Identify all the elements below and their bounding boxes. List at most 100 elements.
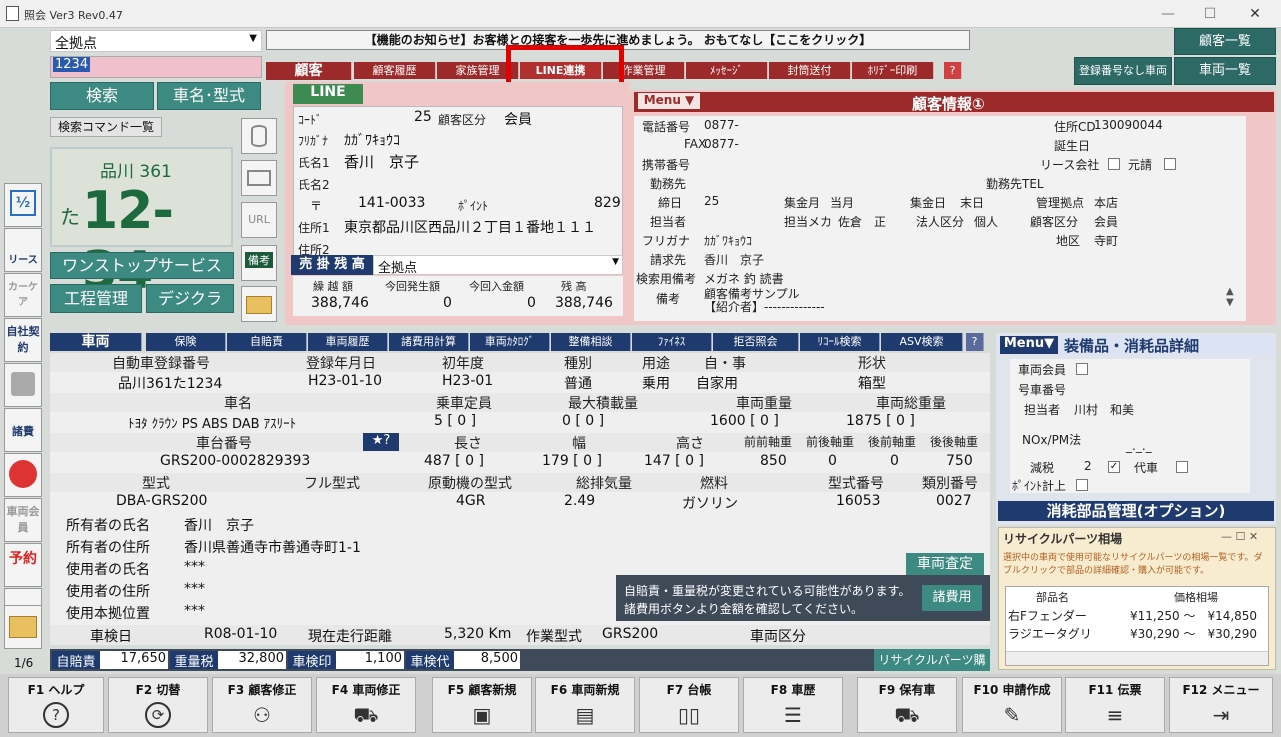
side-fee-button[interactable]: 諸費 <box>4 408 42 452</box>
url-button[interactable]: URL <box>241 202 277 238</box>
search-command-list-button[interactable]: 検索コマンド一覧 <box>50 117 162 137</box>
tax-reduce-checkbox[interactable]: ✓ <box>1108 461 1120 473</box>
wrench-icon[interactable] <box>4 363 42 407</box>
ff-value: 850 <box>760 453 787 469</box>
onestop-service-button[interactable]: ワンストップサービス <box>50 252 234 279</box>
fkey-button[interactable]: F5 顧客新規 ▣ <box>432 677 532 733</box>
info-menu-button[interactable]: Menu ▼ <box>638 93 700 109</box>
info-kana-value: ｶｶﾞﾜｷｮｳｺ <box>704 234 753 248</box>
recycle-row-price[interactable]: ¥11,250 ～ ¥14,850 <box>1130 607 1257 624</box>
fee-button[interactable]: 諸費用 <box>922 585 982 611</box>
tab-customer-history[interactable]: 顧客履歴 <box>354 62 436 79</box>
tab-vehicle-history[interactable]: 車両履歴 <box>308 333 388 351</box>
daisha-checkbox[interactable] <box>1176 461 1188 473</box>
equipment-menu-button[interactable]: Menu▼ <box>1000 336 1058 354</box>
fkey-label: F8 車歴 <box>770 683 816 697</box>
point-checkbox[interactable] <box>1076 479 1088 491</box>
scroll-arrows[interactable]: ▲ ▼ <box>1226 286 1234 308</box>
tab-finance[interactable]: ﾌｧｲﾈｽ <box>632 333 712 351</box>
minimize-icon[interactable]: — <box>1158 4 1178 24</box>
memo-button[interactable]: 備考 <box>241 245 277 281</box>
fkey-button[interactable]: F8 車歴 ☰ <box>743 677 843 733</box>
model-value: DBA-GRS200 <box>116 493 208 509</box>
zip-value: 141-0033 <box>358 195 426 211</box>
tab-customer[interactable]: 顧客 <box>266 62 352 80</box>
consumable-button[interactable]: 消耗部品管理(オプション) <box>998 501 1274 521</box>
search-button[interactable]: 検索 <box>50 82 154 110</box>
side-contract-button[interactable]: 自社契約 <box>4 318 42 362</box>
window-title: 照会 Ver3 Rev0.47 <box>24 9 123 22</box>
model-search-button[interactable]: 車名･型式 <box>157 82 261 110</box>
process-management-button[interactable]: 工程管理 <box>50 284 142 313</box>
no-reg-vehicle-button[interactable]: 登録番号なし車両 <box>1074 57 1172 85</box>
note-value: 顧客備考サンプル 【紹介者】-------------- <box>704 287 825 314</box>
folder-icon[interactable] <box>4 605 42 649</box>
vehicle-list-button[interactable]: 車両一覧 <box>1174 57 1276 85</box>
tab-catalog[interactable]: 車両ｶﾀﾛｸﾞ <box>470 333 550 351</box>
user-label: 使用者の氏名 <box>66 562 150 578</box>
close-icon[interactable]: ✕ <box>1245 4 1265 24</box>
tab-help[interactable]: ? <box>944 62 962 79</box>
maximize-icon[interactable]: ☐ <box>1200 4 1220 24</box>
side-member-button[interactable]: 車両会員 <box>4 498 42 542</box>
lease-checkbox[interactable] <box>1108 158 1120 170</box>
fkey-button[interactable]: F1 ヘルプ? <box>8 677 104 733</box>
addrcd-label: 住所CD <box>1054 120 1096 134</box>
code-input[interactable]: 1234 <box>50 56 262 78</box>
tab-jibaiseki[interactable]: 自賠責 <box>227 333 307 351</box>
user-addr-value: *** <box>184 581 205 597</box>
star-help-icon[interactable]: ★? <box>363 433 399 451</box>
fkey-button[interactable]: F11 伝票 ≡ <box>1065 677 1165 733</box>
member-checkbox[interactable] <box>1076 363 1088 375</box>
recycle-scrollbar[interactable] <box>1006 651 1268 665</box>
appraise-button[interactable]: 車両査定 <box>906 553 984 575</box>
tab-vehicle[interactable]: 車両 <box>50 333 142 351</box>
tab-maintenance[interactable]: 整備相談 <box>551 333 631 351</box>
digikura-button[interactable]: デジクラ <box>146 284 234 313</box>
tab-recall[interactable]: ﾘｺｰﾙ検索 <box>800 333 880 351</box>
tab-holiday-print[interactable]: ﾎﾘﾃﾞｰ印刷 <box>852 62 934 79</box>
fkey-button[interactable]: F6 車両新規 ▤ <box>535 677 635 733</box>
insp-fee-value: 8,500 <box>454 651 520 669</box>
tax-reduce-value: 2 <box>1084 459 1092 473</box>
tab-insurance[interactable]: 保険 <box>146 333 226 351</box>
fkey-label: F9 保有車 <box>878 683 936 697</box>
tab-vehicle-help[interactable]: ? <box>966 333 984 351</box>
recycle-row-part[interactable]: 右Fフェンダー <box>1008 607 1087 624</box>
motouke-checkbox[interactable] <box>1164 158 1176 170</box>
side-reserve-button[interactable]: 予約 <box>4 543 42 587</box>
fkey-button[interactable]: F9 保有車 ⛟ <box>857 677 957 733</box>
receivable-base-select[interactable]: 全拠点 ▼ <box>373 255 623 276</box>
fkey-button[interactable]: F10 申請作成 ✎ <box>962 677 1062 733</box>
fkey-button[interactable]: F4 車両修正 ⛟ <box>316 677 416 733</box>
recycle-price-header: 価格相場 <box>1174 591 1218 604</box>
recycle-buy-button[interactable]: リサイクルパーツ購入 <box>874 649 990 689</box>
fkey-button[interactable]: F7 台帳 ▯▯ <box>639 677 739 733</box>
folder-person-icon[interactable] <box>241 286 277 322</box>
tab-fee-calc[interactable]: 諸費用計算 <box>389 333 469 351</box>
mail-icon[interactable] <box>241 160 277 196</box>
database-icon[interactable] <box>241 118 277 154</box>
fkey-button[interactable]: F12 メニュー ⇥ <box>1169 677 1273 733</box>
ccls-value: 会員 <box>1094 215 1119 229</box>
customer-list-button[interactable]: 顧客一覧 <box>1174 28 1276 55</box>
fkey-button[interactable]: F2 切替 ⟳ <box>108 677 208 733</box>
tab-message[interactable]: ﾒｯｾｰｼﾞ <box>686 62 768 79</box>
tab-refuse[interactable]: 拒否照会 <box>713 333 799 351</box>
tire-icon[interactable] <box>4 453 42 497</box>
cno-value: 0027 <box>936 493 972 509</box>
wid-value: 179 [ 0 ] <box>542 453 602 469</box>
side-lease-button[interactable]: リース <box>4 228 42 272</box>
recycle-window-controls[interactable]: — ☐ ✕ <box>1221 530 1258 543</box>
tab-asv[interactable]: ASV検索 <box>881 333 963 351</box>
side-tax-button[interactable]: ½ <box>4 183 42 227</box>
tab-envelope[interactable]: 封筒送付 <box>769 62 851 79</box>
search-memo-label: 検索用備考 <box>636 272 697 286</box>
base-select[interactable]: 全拠点 ▼ <box>50 30 262 52</box>
recycle-row-price[interactable]: ¥30,290 ～ ¥30,290 <box>1130 625 1257 642</box>
side-carcare-button[interactable]: カーケア <box>4 273 42 317</box>
recycle-row-part[interactable]: ラジエータグリ <box>1008 625 1092 642</box>
fkey-button[interactable]: F3 顧客修正 ⚇ <box>212 677 312 733</box>
disp-label: 総排気量 <box>576 476 632 492</box>
reg-label: 自動車登録番号 <box>112 356 210 372</box>
